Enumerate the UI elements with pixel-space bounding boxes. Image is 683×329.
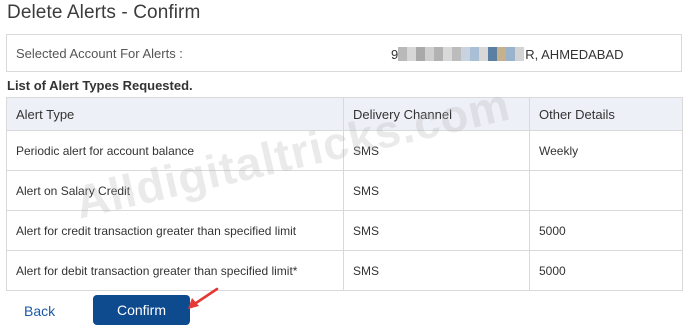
- delivery-channel-cell: SMS: [343, 130, 530, 171]
- mask-block: [488, 47, 498, 61]
- delivery-channel-cell: SMS: [343, 170, 530, 211]
- mask-block: [515, 47, 525, 61]
- red-arrow-icon: [188, 287, 219, 309]
- back-link[interactable]: Back: [24, 303, 55, 319]
- alert-type-cell: Alert on Salary Credit: [6, 170, 344, 211]
- selected-account-box: Selected Account For Alerts : 9 R, AHMED…: [6, 34, 682, 72]
- account-number-mask: [398, 47, 525, 61]
- column-header-other-details: Other Details: [529, 97, 683, 131]
- table-row: Periodic alert for account balance SMS W…: [6, 130, 683, 171]
- selected-account-value: 9 R, AHMEDABAD: [391, 46, 623, 62]
- mask-block: [425, 47, 435, 61]
- alert-type-cell: Periodic alert for account balance: [6, 130, 344, 171]
- selected-account-label: Selected Account For Alerts :: [16, 46, 183, 61]
- mask-block: [497, 47, 507, 61]
- other-details-cell: Weekly: [529, 130, 683, 171]
- other-details-cell: [529, 170, 683, 211]
- delivery-channel-cell: SMS: [343, 250, 530, 291]
- mask-block: [506, 47, 516, 61]
- alert-type-cell: Alert for debit transaction greater than…: [6, 250, 344, 291]
- mask-block: [434, 47, 444, 61]
- mask-block: [407, 47, 417, 61]
- table-row: Alert for debit transaction greater than…: [6, 250, 683, 291]
- mask-block: [443, 47, 453, 61]
- mask-block: [479, 47, 489, 61]
- other-details-cell: 5000: [529, 210, 683, 251]
- table-row: Alert for credit transaction greater tha…: [6, 210, 683, 251]
- table-row: Alert on Salary Credit SMS: [6, 170, 683, 211]
- mask-block: [398, 47, 408, 61]
- confirm-button[interactable]: Confirm: [93, 295, 190, 325]
- mask-block: [470, 47, 480, 61]
- alert-type-cell: Alert for credit transaction greater tha…: [6, 210, 344, 251]
- table-header-row: Alert Type Delivery Channel Other Detail…: [6, 97, 683, 131]
- mask-block: [452, 47, 462, 61]
- account-value-prefix: 9: [391, 46, 399, 62]
- page-title: Delete Alerts - Confirm: [7, 2, 201, 23]
- mask-block: [461, 47, 471, 61]
- delivery-channel-cell: SMS: [343, 210, 530, 251]
- column-header-delivery-channel: Delivery Channel: [343, 97, 530, 131]
- column-header-alert-type: Alert Type: [6, 97, 344, 131]
- alerts-table: Alert Type Delivery Channel Other Detail…: [6, 97, 683, 291]
- mask-block: [416, 47, 426, 61]
- other-details-cell: 5000: [529, 250, 683, 291]
- account-value-suffix: R, AHMEDABAD: [525, 46, 624, 62]
- alert-list-heading: List of Alert Types Requested.: [7, 78, 193, 93]
